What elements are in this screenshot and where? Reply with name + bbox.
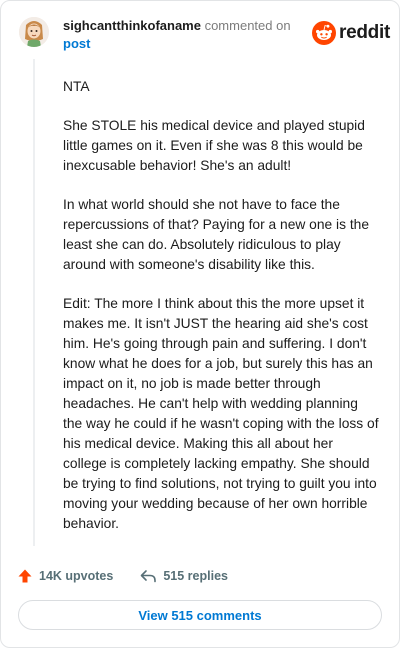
upvote-button[interactable]: 14K upvotes — [17, 568, 113, 584]
post-link[interactable]: post — [63, 36, 90, 51]
reddit-logo[interactable]: reddit — [312, 20, 390, 46]
comment-paragraph: Edit: The more I think about this the mo… — [63, 296, 379, 531]
thread-line[interactable] — [33, 59, 35, 546]
comment-body: NTA She STOLE his medical device and pla… — [63, 77, 379, 553]
user-avatar[interactable] — [19, 17, 49, 47]
comment-paragraph: NTA — [63, 79, 90, 94]
reddit-wordmark: reddit — [339, 22, 390, 43]
view-comments-button[interactable]: View 515 comments — [18, 600, 382, 630]
username-link[interactable]: sighcantthinkofaname — [63, 18, 201, 33]
comment-actions: 14K upvotes 515 replies — [17, 566, 254, 586]
upvote-count: 14K upvotes — [39, 569, 114, 583]
comment-paragraph: She STOLE his medical device and played … — [63, 118, 365, 173]
upvote-arrow-icon — [18, 569, 32, 583]
commented-on-text: commented on — [200, 18, 291, 33]
comment-paragraph: In what world should she not have to fac… — [63, 197, 370, 272]
avatar-illustration — [19, 17, 49, 47]
comment-header: sighcantthinkofaname commented on post — [63, 17, 298, 53]
reply-arrow-icon — [141, 570, 157, 583]
replies-button[interactable]: 515 replies — [139, 568, 228, 584]
reply-count: 515 replies — [163, 569, 228, 583]
comment-card: sighcantthinkofaname commented on post r… — [0, 0, 400, 648]
reddit-snoo-icon — [312, 21, 336, 45]
